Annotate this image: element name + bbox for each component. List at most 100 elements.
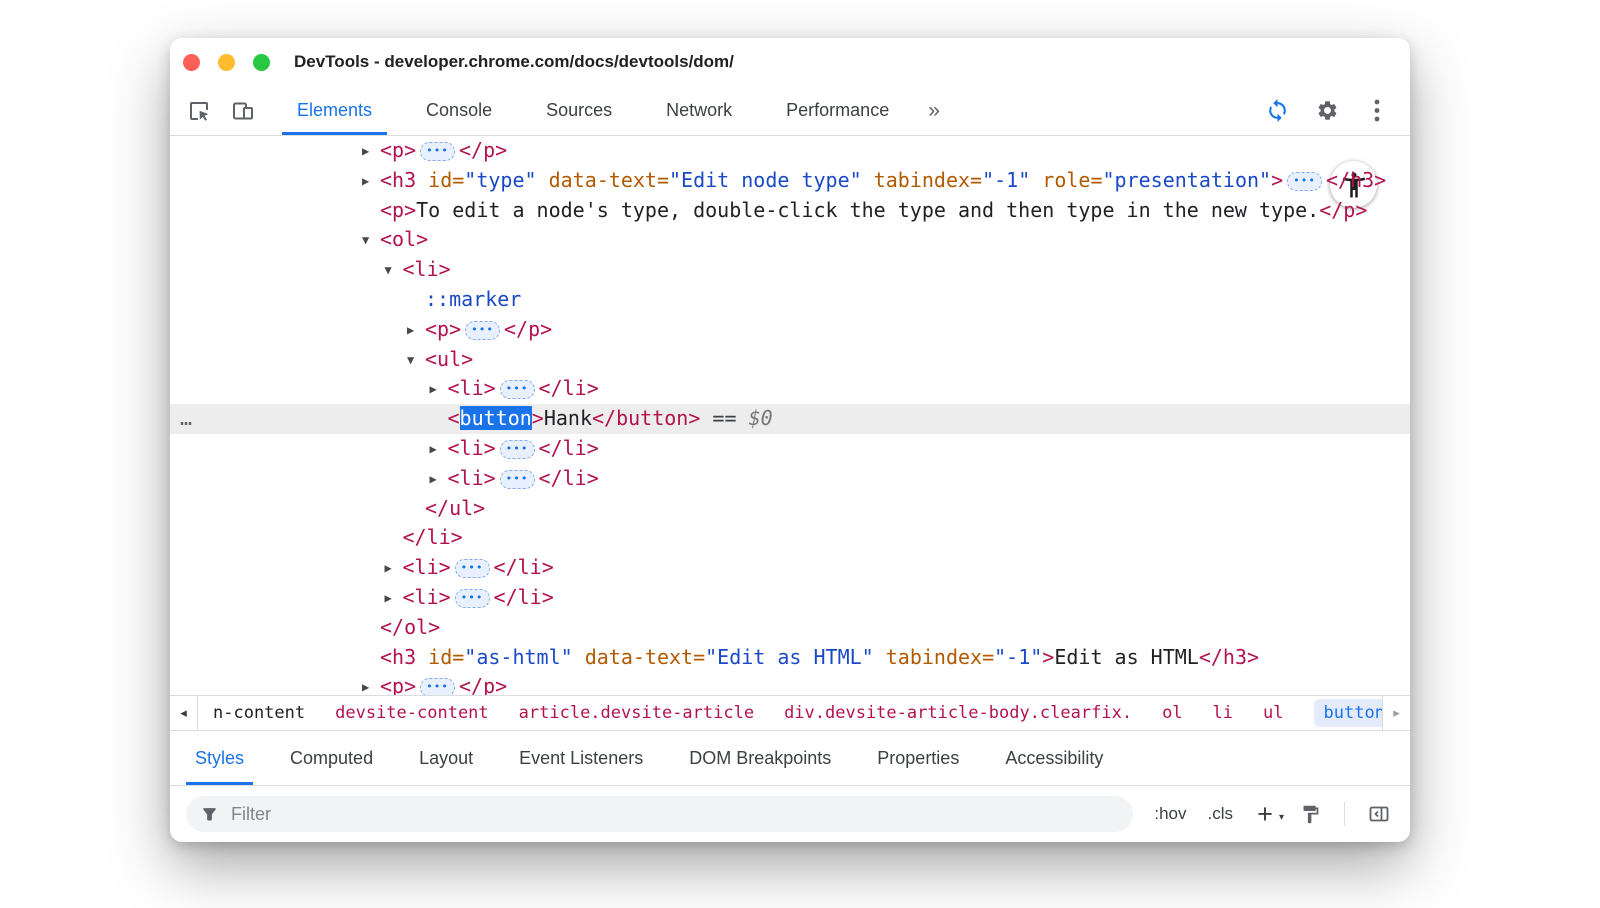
tab-dom-breakpoints[interactable]: DOM Breakpoints bbox=[666, 731, 854, 785]
disclosure-triangle-down-icon[interactable]: ▼ bbox=[362, 226, 380, 256]
expand-children-ellipsis-icon[interactable]: ••• bbox=[465, 321, 500, 340]
more-tabs-chevron-icon[interactable]: » bbox=[916, 86, 950, 135]
disclosure-triangle-right-icon[interactable]: ▶ bbox=[385, 584, 403, 614]
breadcrumb-item[interactable]: n-content bbox=[213, 703, 305, 723]
tab-network[interactable]: Network bbox=[639, 86, 759, 135]
element-classes-button[interactable]: .cls bbox=[1208, 804, 1234, 824]
breadcrumb-item[interactable]: div.devsite-article-body.clearfix. bbox=[784, 703, 1132, 723]
style-filter-input[interactable]: Filter bbox=[186, 796, 1133, 832]
tab-console[interactable]: Console bbox=[399, 86, 519, 135]
disclosure-triangle-right-icon[interactable]: ▶ bbox=[362, 673, 380, 695]
dock-sidebar-toggle-icon[interactable] bbox=[1366, 801, 1392, 827]
minimize-button[interactable] bbox=[218, 54, 235, 71]
breadcrumb-item[interactable]: devsite-content bbox=[335, 703, 489, 723]
token-tag: < bbox=[448, 406, 460, 430]
disclosure-triangle-right-icon[interactable]: ▶ bbox=[385, 554, 403, 584]
tab-elements-label: Elements bbox=[297, 100, 372, 121]
tab-styles[interactable]: Styles bbox=[172, 731, 267, 785]
tab-sources-label: Sources bbox=[546, 100, 612, 121]
tab-accessibility[interactable]: Accessibility bbox=[982, 731, 1126, 785]
dom-tree[interactable]: ▶<p>•••</p>▶<h3 id="type" data-text="Edi… bbox=[170, 136, 1410, 695]
tab-event-listeners[interactable]: Event Listeners bbox=[496, 731, 666, 785]
tab-layout[interactable]: Layout bbox=[396, 731, 496, 785]
token-attr: tabindex= bbox=[862, 168, 982, 192]
close-button[interactable] bbox=[183, 54, 200, 71]
disclosure-triangle-right-icon[interactable]: ▶ bbox=[407, 316, 425, 346]
left-arrow-icon: ◂ bbox=[180, 705, 187, 721]
dom-tree-row[interactable]: </ol> bbox=[170, 613, 1410, 643]
breadcrumb-item[interactable]: ul bbox=[1263, 703, 1283, 723]
tab-performance[interactable]: Performance bbox=[759, 86, 916, 135]
breadcrumb-item[interactable]: article.devsite-article bbox=[519, 703, 754, 723]
dom-tree-row[interactable]: ▶<p>•••</p> bbox=[170, 672, 1410, 695]
breadcrumb-item[interactable]: ol bbox=[1162, 703, 1182, 723]
panel-tabs: Elements Console Sources Network Perform… bbox=[270, 86, 950, 135]
dom-tree-row-selected[interactable]: …<button>Hank</button> == $0 bbox=[170, 404, 1410, 434]
expand-children-ellipsis-icon[interactable]: ••• bbox=[420, 678, 455, 695]
dom-tree-row[interactable]: ▶<li>•••</li> bbox=[170, 553, 1410, 583]
crumb-scroll-left-button[interactable]: ◂ bbox=[170, 696, 198, 730]
dom-tree-row[interactable]: ::marker bbox=[170, 285, 1410, 315]
token-text: To edit a node's type, double-click the … bbox=[416, 198, 1319, 222]
expand-children-ellipsis-icon[interactable]: ••• bbox=[1287, 172, 1322, 191]
expand-children-ellipsis-icon[interactable]: ••• bbox=[500, 380, 535, 399]
settings-gear-icon[interactable] bbox=[1314, 98, 1340, 124]
tab-computed-label: Computed bbox=[290, 748, 373, 769]
device-toolbar-icon[interactable] bbox=[230, 98, 256, 124]
disclosure-triangle-down-icon[interactable]: ▼ bbox=[407, 346, 425, 376]
tab-sources[interactable]: Sources bbox=[519, 86, 639, 135]
breadcrumb-item-selected[interactable]: button bbox=[1314, 699, 1382, 727]
expand-children-ellipsis-icon[interactable]: ••• bbox=[455, 559, 490, 578]
breadcrumb-item[interactable]: li bbox=[1213, 703, 1233, 723]
expand-children-ellipsis-icon[interactable]: ••• bbox=[455, 589, 490, 608]
dom-tree-row[interactable]: </ul> bbox=[170, 494, 1410, 524]
format-paint-icon[interactable] bbox=[1297, 801, 1323, 827]
expand-children-ellipsis-icon[interactable]: ••• bbox=[500, 470, 535, 489]
gutter-more-icon[interactable]: … bbox=[180, 404, 192, 434]
dom-tree-row[interactable]: ▶<li>•••</li> bbox=[170, 464, 1410, 494]
token-tag: <li> bbox=[448, 436, 496, 460]
disclosure-triangle-right-icon[interactable]: ▶ bbox=[362, 137, 380, 167]
token-tag: <ul> bbox=[425, 347, 473, 371]
dom-tree-row[interactable]: <h3 id="as-html" data-text="Edit as HTML… bbox=[170, 643, 1410, 673]
dom-tree-row[interactable]: ▼<ol> bbox=[170, 225, 1410, 255]
crumb-scroll-right-button[interactable]: ▸ bbox=[1382, 696, 1410, 730]
disclosure-triangle-right-icon[interactable]: ▶ bbox=[430, 375, 448, 405]
toggle-element-state-button[interactable]: :hov bbox=[1154, 804, 1186, 824]
disclosure-triangle-right-icon[interactable]: ▶ bbox=[430, 465, 448, 495]
expand-children-ellipsis-icon[interactable]: ••• bbox=[500, 440, 535, 459]
dom-tree-row[interactable]: </li> bbox=[170, 523, 1410, 553]
token-text: Edit as HTML bbox=[1054, 645, 1199, 669]
token-val: "Edit as HTML" bbox=[705, 645, 874, 669]
dom-tree-row[interactable]: ▶<li>•••</li> bbox=[170, 434, 1410, 464]
new-style-rule-button[interactable]: +▾ bbox=[1254, 804, 1276, 824]
dom-tree-row[interactable]: ▼<li> bbox=[170, 255, 1410, 285]
dom-tree-row[interactable]: ▶<p>•••</p> bbox=[170, 136, 1410, 166]
breadcrumb-bar: ◂ n-content devsite-content article.devs… bbox=[170, 695, 1410, 731]
filter-funnel-icon bbox=[200, 805, 219, 824]
disclosure-triangle-right-icon[interactable]: ▶ bbox=[430, 435, 448, 465]
dom-tree-row[interactable]: ▶<li>•••</li> bbox=[170, 583, 1410, 613]
dom-tree-row[interactable]: ▶<p>•••</p> bbox=[170, 315, 1410, 345]
tab-properties[interactable]: Properties bbox=[854, 731, 982, 785]
disclosure-triangle-down-icon[interactable]: ▼ bbox=[385, 256, 403, 286]
expand-children-ellipsis-icon[interactable]: ••• bbox=[420, 142, 455, 161]
token-val: "-1" bbox=[982, 168, 1030, 192]
dom-tree-row[interactable]: <p>To edit a node's type, double-click t… bbox=[170, 196, 1410, 226]
token-tag: <li> bbox=[403, 585, 451, 609]
disclosure-triangle-right-icon[interactable]: ▶ bbox=[362, 167, 380, 197]
zoom-button[interactable] bbox=[253, 54, 270, 71]
tab-accessibility-label: Accessibility bbox=[1005, 748, 1103, 769]
dom-tree-row[interactable]: ▶<li>•••</li> bbox=[170, 374, 1410, 404]
tab-elements[interactable]: Elements bbox=[270, 86, 399, 135]
inspect-element-icon[interactable] bbox=[186, 98, 212, 124]
token-tag: </p> bbox=[459, 138, 507, 162]
dom-tree-row[interactable]: ▼<ul> bbox=[170, 345, 1410, 375]
token-val: "as-html" bbox=[464, 645, 572, 669]
token-tag: </p> bbox=[459, 674, 507, 695]
kebab-menu-icon[interactable] bbox=[1364, 98, 1390, 124]
sync-extension-icon[interactable] bbox=[1264, 98, 1290, 124]
tab-computed[interactable]: Computed bbox=[267, 731, 396, 785]
token-tag: </ul> bbox=[425, 496, 485, 520]
dom-tree-row[interactable]: ▶<h3 id="type" data-text="Edit node type… bbox=[170, 166, 1410, 196]
